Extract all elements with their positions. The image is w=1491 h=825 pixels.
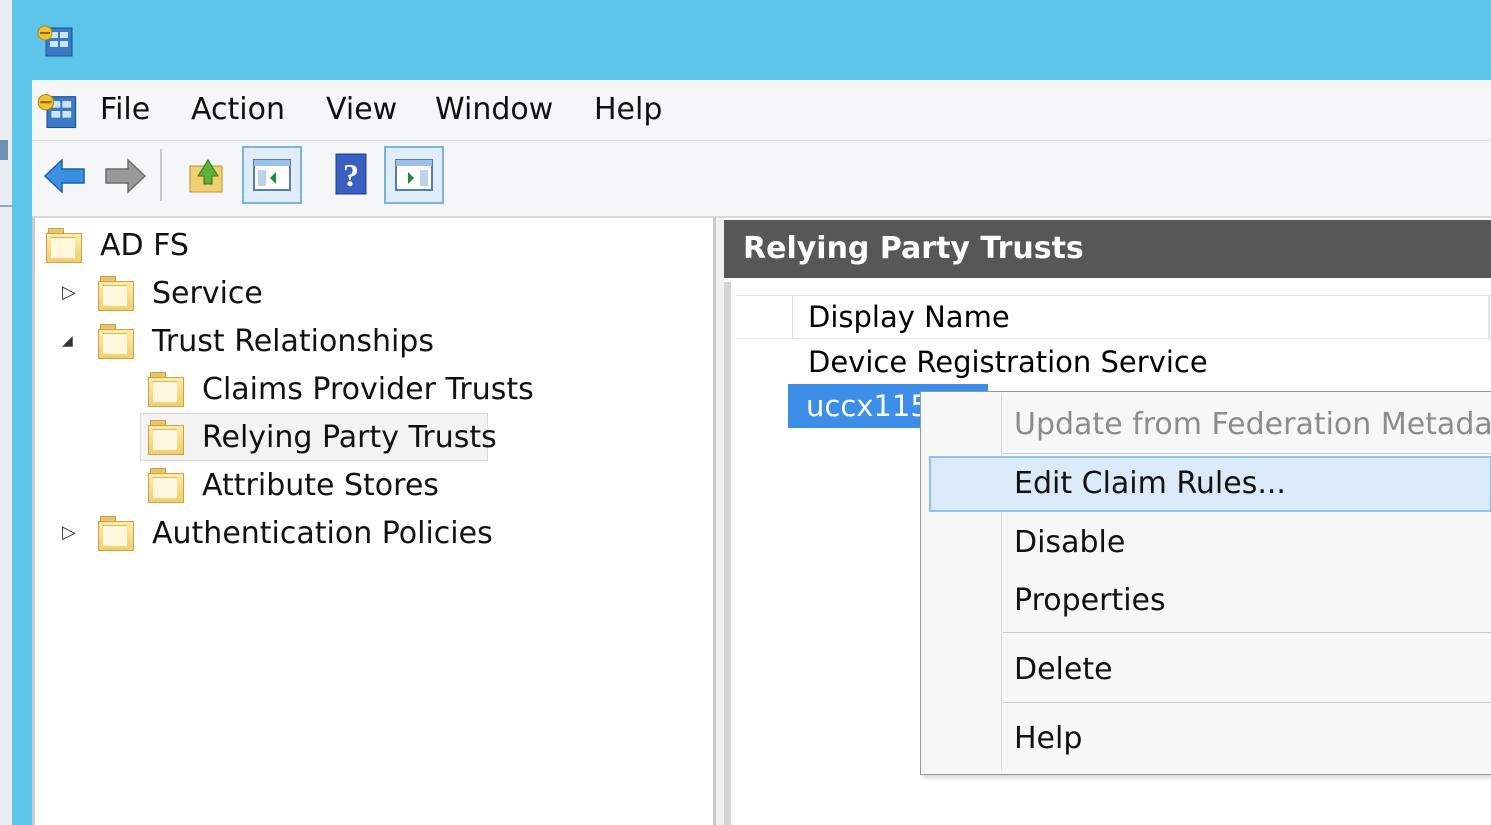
show-hide-console-tree-button[interactable]: [242, 146, 302, 204]
menu-item-disable[interactable]: Disable: [921, 515, 1491, 571]
menu-view[interactable]: View: [326, 90, 397, 130]
pane-splitter[interactable]: [716, 218, 724, 825]
menu-separator: [1003, 702, 1491, 703]
folder-icon: [98, 324, 134, 359]
menu-item-properties[interactable]: Properties: [921, 573, 1491, 629]
column-header-display-name[interactable]: Display Name: [808, 297, 1010, 337]
menu-item-delete[interactable]: Delete: [921, 642, 1491, 698]
context-menu: Update from Federation Metadata. Edit Cl…: [920, 391, 1491, 775]
forward-arrow-icon: [105, 158, 147, 194]
tree-item-label: Claims Provider Trusts: [202, 372, 534, 407]
list-column-header: Display Name: [736, 295, 1491, 339]
tree-item-label: Attribute Stores: [202, 468, 439, 503]
help-button[interactable]: ?: [320, 146, 380, 204]
menu-item-update-from-federation-metadata[interactable]: Update from Federation Metadata.: [921, 397, 1491, 453]
title-bar[interactable]: [12, 0, 1491, 80]
results-pane-title: Relying Party Trusts: [743, 231, 1084, 266]
tree-item-label: Relying Party Trusts: [202, 420, 497, 455]
menu-separator: [1003, 632, 1491, 633]
tree-item-label: AD FS: [100, 228, 189, 263]
toolbar: ?: [32, 141, 1491, 218]
menu-action[interactable]: Action: [191, 90, 285, 130]
adfs-app-icon: [37, 25, 73, 57]
show-hide-action-pane-icon: [395, 159, 433, 191]
menu-item-label: Disable: [1014, 525, 1126, 560]
tree-item-label: Trust Relationships: [152, 324, 434, 359]
menu-bar: File Action View Window Help: [32, 80, 1491, 141]
menu-separator: [1003, 453, 1491, 454]
help-icon: ?: [335, 153, 367, 195]
menu-item-label: Delete: [1014, 652, 1113, 687]
back-arrow-icon: [43, 158, 85, 194]
menu-file[interactable]: File: [100, 90, 150, 130]
back-button[interactable]: [40, 146, 100, 204]
menu-item-help[interactable]: Help: [921, 711, 1491, 767]
results-pane-border: [724, 282, 731, 825]
menu-item-label: Properties: [1014, 583, 1166, 618]
list-item-label: uccx115: [806, 389, 929, 423]
collapse-arrow-icon[interactable]: ◢: [62, 330, 82, 352]
folder-icon: [148, 420, 184, 455]
window-frame: [12, 80, 32, 825]
menu-item-label: Help: [1014, 721, 1083, 756]
menu-item-label: Edit Claim Rules...: [1014, 466, 1286, 501]
expand-arrow-icon[interactable]: ▷: [62, 282, 82, 304]
folder-icon: [46, 228, 82, 263]
tree-item-label: Authentication Policies: [152, 516, 493, 551]
up-one-level-button[interactable]: [178, 146, 238, 204]
menu-item-edit-claim-rules[interactable]: Edit Claim Rules...: [929, 456, 1491, 512]
mmc-console-icon: [37, 93, 77, 129]
expand-arrow-icon[interactable]: ▷: [62, 522, 82, 544]
console-tree-pane: AD FS ▷ Service ◢ Trust Relationships Cl…: [32, 218, 716, 825]
folder-icon: [98, 276, 134, 311]
folder-icon: [148, 372, 184, 407]
menu-item-label: Update from Federation Metadata.: [1014, 407, 1491, 442]
menu-help[interactable]: Help: [594, 90, 662, 130]
show-hide-console-tree-icon: [253, 159, 291, 191]
toolbar-separator: [160, 149, 162, 201]
results-pane-header: Relying Party Trusts: [724, 220, 1491, 278]
up-folder-icon: [189, 159, 223, 193]
folder-icon: [98, 516, 134, 551]
column-header-blank[interactable]: [736, 296, 793, 338]
folder-icon: [148, 468, 184, 503]
tree-item-label: Service: [152, 276, 263, 311]
show-hide-action-pane-button[interactable]: [384, 146, 444, 204]
forward-button[interactable]: [100, 146, 160, 204]
menu-window[interactable]: Window: [435, 90, 553, 130]
list-item-device-registration-service[interactable]: Device Registration Service: [808, 342, 1208, 382]
svg-text:?: ?: [343, 157, 359, 193]
